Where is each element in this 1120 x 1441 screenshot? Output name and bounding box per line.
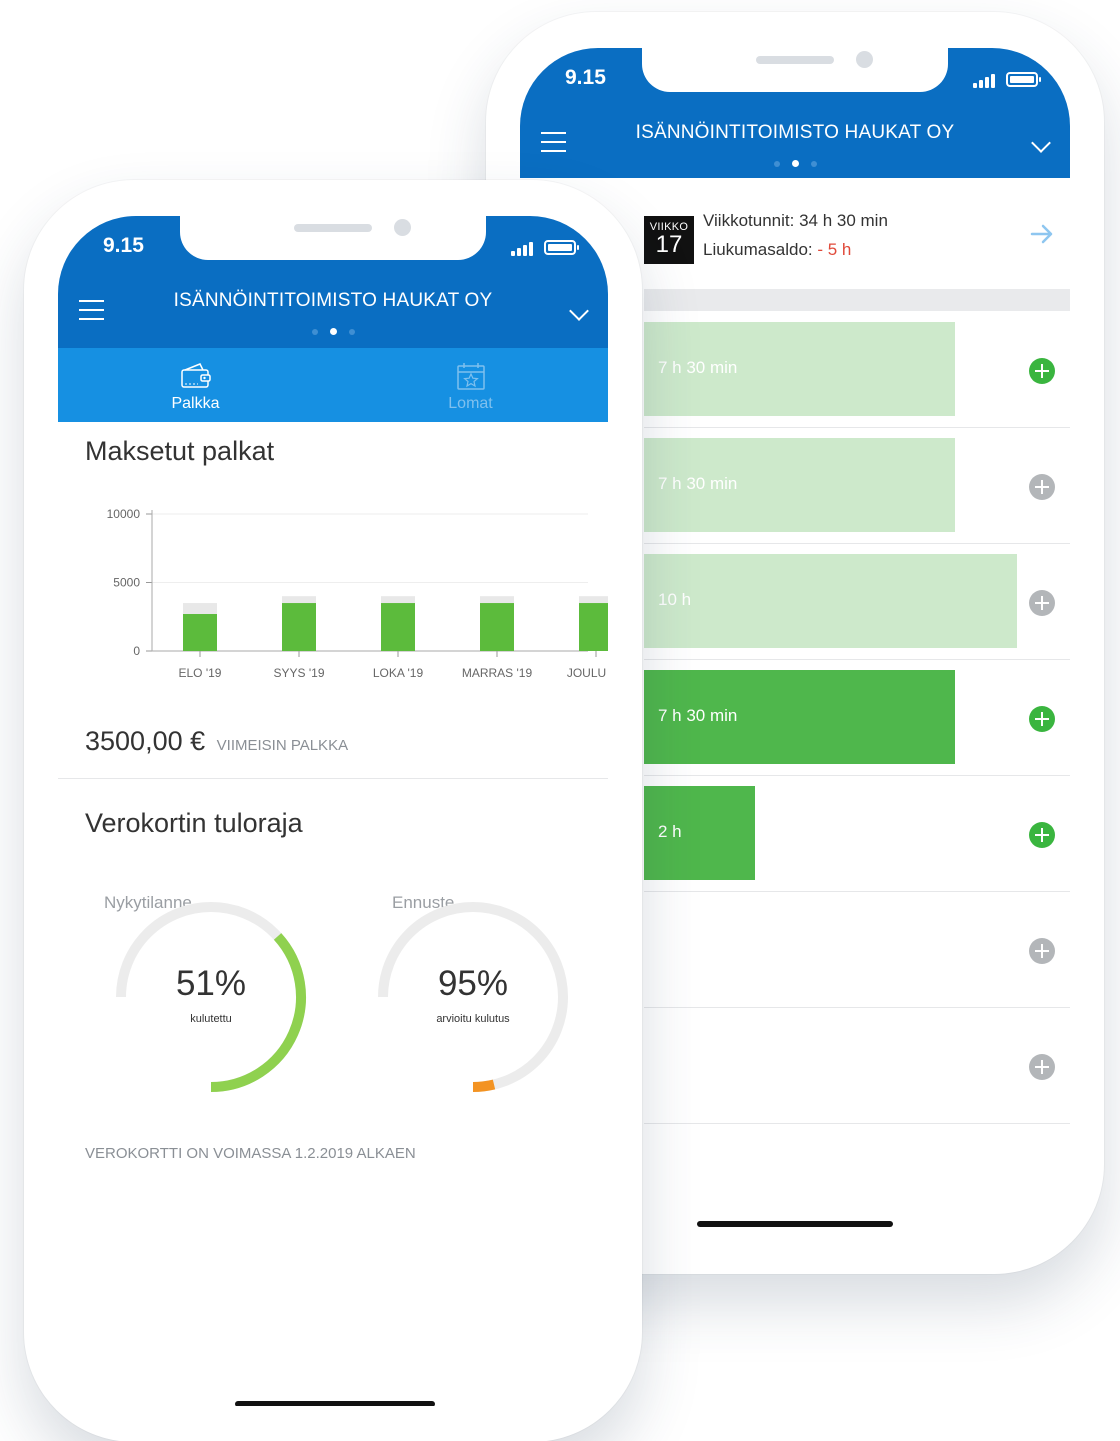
page-dots [58, 328, 608, 335]
status-time: 9.15 [103, 234, 144, 257]
day-row: 7 h 30 min [644, 428, 1070, 544]
day-hours-label: 7 h 30 min [658, 706, 738, 725]
chart-x-tick-label: SYYS '19 [274, 666, 325, 680]
company-name: ISÄNNÖINTITOIMISTO HAUKAT OY [635, 122, 955, 143]
wallet-icon [181, 363, 211, 388]
current-gauge-subtitle: kulutettu [190, 1013, 232, 1025]
chart-y-tick-label: 5000 [113, 576, 140, 590]
chart-x-tick-label: MARRAS '19 [462, 666, 533, 680]
tab-bar: Palkka Lomat [58, 348, 608, 554]
add-hours-icon[interactable] [1029, 474, 1055, 500]
flex-balance: Liukumasaldo: - 5 h [703, 240, 851, 260]
chart-x-tick-label: JOULU '19 [567, 666, 608, 680]
day-list-separator [644, 289, 1070, 311]
salaries-title: Maksetut palkat [85, 436, 275, 466]
chart-y-tick-label: 0 [133, 644, 140, 658]
add-hours-icon[interactable] [1029, 358, 1055, 384]
tax-card-title: Verokortin tuloraja [85, 808, 303, 838]
day-row: 7 h 30 min [644, 312, 1070, 428]
device-notch [180, 216, 486, 260]
day-hours-label: 10 h [658, 590, 692, 609]
day-hours-bar[interactable]: 7 h 30 min [644, 670, 955, 764]
day-hours-label: 2 h [658, 822, 682, 841]
battery-icon [544, 240, 579, 255]
company-name: ISÄNNÖINTITOIMISTO HAUKAT OY [173, 290, 493, 311]
day-hours-label: 7 h 30 min [658, 474, 738, 493]
day-hours-bar[interactable]: 2 h [644, 786, 755, 880]
day-row [644, 892, 1070, 1008]
day-row: 2 h [644, 776, 1070, 892]
day-row [644, 1008, 1070, 1124]
app-showcase: 9.15 ISÄNNÖINTITOIMISTO HAUKAT OY VIIKKO… [0, 0, 1120, 1441]
day-hours-bar[interactable]: 10 h [644, 554, 1017, 648]
tax-card-validity: VEROKORTTI ON VOIMASSA 1.2.2019 ALKAEN [85, 1145, 416, 1162]
flex-balance-value: - 5 h [817, 240, 852, 259]
chart-bar [282, 603, 316, 651]
signal-icon [511, 242, 537, 256]
week-number: 17 [655, 231, 683, 258]
chart-x-tick-label: ELO '19 [179, 666, 222, 680]
add-hours-icon[interactable] [1029, 590, 1055, 616]
flex-balance-label: Liukumasaldo: [703, 240, 813, 259]
forecast-gauge-subtitle: arvioitu kulutus [436, 1013, 510, 1025]
chart-bar [579, 603, 608, 651]
day-hours-bar[interactable]: 7 h 30 min [644, 438, 955, 532]
battery-icon [1006, 72, 1041, 87]
day-hours-label: 7 h 30 min [658, 358, 738, 377]
chart-x-tick-label: LOKA '19 [373, 666, 424, 680]
add-hours-icon[interactable] [1029, 938, 1055, 964]
chart-bar [480, 603, 514, 651]
signal-icon [973, 74, 999, 88]
week-badge: VIIKKO 17 [644, 216, 694, 264]
latest-salary: 3500,00 € VIIMEISIN PALKKA [85, 726, 348, 757]
gauge-fill [472, 1079, 496, 1092]
forecast-gauge-percent: 95% [437, 964, 509, 1003]
tab-label: Lomat [448, 395, 493, 412]
latest-salary-label: VIIMEISIN PALKKA [216, 737, 349, 754]
week-hours: Viikkotunnit: 34 h 30 min [703, 211, 888, 230]
home-indicator [235, 1401, 435, 1406]
home-indicator [697, 1221, 893, 1227]
add-hours-icon[interactable] [1029, 706, 1055, 732]
page-dots [520, 160, 1070, 167]
section-divider [58, 778, 608, 779]
day-row: 7 h 30 min [644, 660, 1070, 776]
latest-salary-amount: 3500,00 € [85, 726, 206, 756]
chart-bar [183, 614, 217, 651]
chart-bar [381, 603, 415, 651]
gauge-fill [210, 933, 306, 1092]
calendar-star-icon [457, 363, 485, 390]
day-hours-bar[interactable]: 7 h 30 min [644, 322, 955, 416]
arrow-right-icon[interactable] [1030, 222, 1054, 246]
day-list: 7 h 30 min 7 h 30 min 10 h 7 h 30 min 2 h [644, 312, 1070, 1124]
tab-lomat[interactable]: Lomat [333, 348, 608, 422]
day-row: 10 h [644, 544, 1070, 660]
screen: 9.15 ISÄNNÖINTITOIMISTO HAUKAT OY Palkka… [58, 216, 608, 1406]
status-time: 9.15 [565, 66, 606, 89]
phone-salary-view: 9.15 ISÄNNÖINTITOIMISTO HAUKAT OY Palkka… [24, 180, 642, 1441]
tab-label: Palkka [171, 395, 220, 412]
current-gauge-percent: 51% [175, 964, 247, 1003]
forecast-usage-gauge: 95% arvioitu kulutus [368, 892, 578, 1102]
add-hours-icon[interactable] [1029, 822, 1055, 848]
current-usage-gauge: 51% kulutettu [106, 892, 316, 1102]
add-hours-icon[interactable] [1029, 1054, 1055, 1080]
device-notch [642, 48, 948, 92]
salary-bar-chart: 0 5000 10000 ELO '19 SYYS '19 LOKA '19 MARRAS … [107, 507, 608, 680]
chart-y-tick-label: 10000 [107, 507, 141, 521]
tab-palkka[interactable]: Palkka [58, 348, 333, 422]
